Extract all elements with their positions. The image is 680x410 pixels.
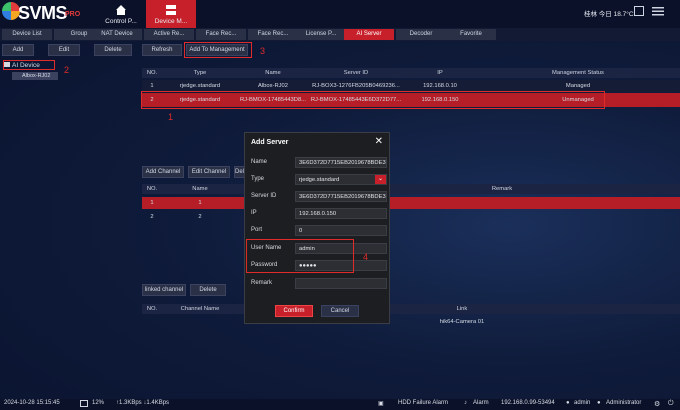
- admin-icon: ●: [597, 400, 601, 406]
- confirm-button[interactable]: Confirm: [275, 305, 313, 317]
- tab-nat-device[interactable]: NAT Device: [92, 29, 142, 40]
- col-type: Type: [193, 70, 207, 76]
- tab-decoder[interactable]: Decoder: [396, 29, 446, 40]
- tab-active-register[interactable]: Active Re...: [144, 29, 194, 40]
- col-name: Name: [265, 70, 281, 76]
- tab-face-recognition-1[interactable]: Face Rec...: [196, 29, 246, 40]
- annotation-number-4: 4: [363, 252, 369, 262]
- type-label: Type: [251, 176, 265, 182]
- cell: hik64-Camera 01: [439, 319, 485, 325]
- col-ip: IP: [437, 70, 443, 76]
- col-channel-name: Channel Name: [180, 306, 220, 312]
- tab-device-list[interactable]: Device List: [2, 29, 52, 40]
- linked-channel-button[interactable]: linked channel: [142, 284, 186, 296]
- add-server-dialog: Add Server ✕ Name 3E6D372D7715EB2019678B…: [244, 132, 390, 324]
- annotation-box-4: [246, 239, 354, 273]
- col-name: Name: [192, 186, 208, 192]
- bell-icon: ♪: [464, 400, 467, 406]
- channel-table-header: NO. Name Remark: [142, 184, 680, 194]
- add-channel-button[interactable]: Add Channel: [142, 166, 184, 178]
- cell: 1: [198, 200, 202, 206]
- cell: 2: [198, 214, 202, 220]
- status-cpu: 12%: [92, 400, 105, 406]
- annotation-number-2: 2: [64, 65, 70, 75]
- remark-label: Remark: [251, 280, 273, 286]
- type-select[interactable]: rjedge.standard ⌄: [295, 174, 387, 185]
- logo-pro: PRO: [65, 11, 81, 18]
- col-link: Link: [456, 306, 468, 312]
- nav-label: Device M...: [154, 18, 188, 25]
- tab-license-plate[interactable]: License P...: [296, 29, 346, 40]
- name-label: Name: [251, 159, 268, 165]
- home-icon: [116, 5, 126, 15]
- status-hdd-alarm[interactable]: HDD Failure Alarm: [398, 400, 448, 406]
- nav-control-panel[interactable]: Control P...: [96, 0, 146, 28]
- delete-button[interactable]: Delete: [94, 44, 132, 56]
- name-field[interactable]: 3E6D372D7715EB2019678BDE3: [295, 157, 387, 168]
- weather-text: 桂林 今日 18.7°C: [584, 11, 634, 18]
- table-row-selected[interactable]: 1 1: [142, 197, 680, 209]
- nav-label: Control P...: [105, 18, 137, 25]
- annotation-box-2: [3, 60, 55, 70]
- refresh-button[interactable]: Refresh: [142, 44, 182, 56]
- linked-table-header: NO. Channel Name Link: [142, 304, 680, 314]
- add-button[interactable]: Add: [2, 44, 34, 56]
- annotation-box-1: [141, 91, 605, 109]
- annotation-number-3: 3: [260, 46, 266, 56]
- device-icon: [166, 5, 176, 15]
- close-icon[interactable]: ✕: [375, 136, 383, 147]
- status-datetime: 2024-10-28 15:15:45: [4, 400, 60, 406]
- status-user: admin: [574, 400, 591, 406]
- nav-device-management[interactable]: Device M...: [146, 0, 196, 28]
- table-row[interactable]: 2 2: [142, 211, 680, 223]
- status-network: ↑1.3KBps ↓1.4KBps: [116, 400, 170, 406]
- status-role: Administrator: [606, 400, 642, 406]
- ip-field[interactable]: 192.168.0.150: [295, 208, 387, 219]
- col-management-status: Management Status: [552, 70, 604, 76]
- ip-label: IP: [251, 210, 257, 216]
- server-id-label: Server ID: [251, 193, 277, 199]
- annotation-number-1: 1: [168, 112, 174, 122]
- server-table-header: NO. Type Name Server ID IP Management St…: [142, 68, 680, 78]
- edit-channel-button[interactable]: Edit Channel: [188, 166, 230, 178]
- col-server-id: Server ID: [343, 70, 369, 76]
- table-row[interactable]: hik64-Camera 01: [142, 316, 680, 328]
- logo-text: SVMS: [18, 3, 68, 23]
- status-alarm[interactable]: Alarm: [473, 400, 489, 406]
- port-label: Port: [251, 227, 263, 233]
- col-no: NO.: [146, 186, 158, 192]
- chevron-down-icon[interactable]: ⌄: [375, 175, 386, 184]
- edit-button[interactable]: Edit: [48, 44, 80, 56]
- cancel-button[interactable]: Cancel: [321, 305, 359, 317]
- user-icon: ●: [566, 400, 570, 406]
- col-no: NO.: [146, 306, 158, 312]
- tab-face-recognition-2[interactable]: Face Rec...: [248, 29, 298, 40]
- dialog-title: Add Server: [251, 139, 289, 146]
- server-id-field[interactable]: 3E6D372D7715EB2019678BDE3: [295, 191, 387, 202]
- delete-linked-button[interactable]: Delete: [190, 284, 226, 296]
- col-no: NO.: [146, 70, 158, 76]
- disk-icon: ▣: [378, 401, 384, 407]
- user-menu-icon[interactable]: [652, 6, 664, 16]
- type-value: rjedge.standard: [299, 177, 340, 183]
- cell: 1: [150, 200, 154, 206]
- gear-icon[interactable]: ⚙: [654, 400, 660, 408]
- exit-icon[interactable]: [634, 6, 644, 16]
- remark-field[interactable]: [295, 278, 387, 289]
- tab-ai-server[interactable]: AI Server: [344, 29, 394, 40]
- col-remark: Remark: [491, 186, 513, 192]
- tree-item-label: Albox-RJ02: [22, 73, 51, 79]
- cell: 2: [150, 214, 154, 220]
- cpu-icon: [80, 400, 88, 407]
- port-field[interactable]: 0: [295, 225, 387, 236]
- tab-favorite[interactable]: Favorite: [446, 29, 496, 40]
- annotation-box-3: [184, 42, 252, 58]
- tree-item-albox[interactable]: Albox-RJ02: [12, 72, 58, 80]
- power-icon[interactable]: ⏻: [668, 400, 674, 408]
- status-server: 192.168.0.99-53494: [501, 400, 555, 406]
